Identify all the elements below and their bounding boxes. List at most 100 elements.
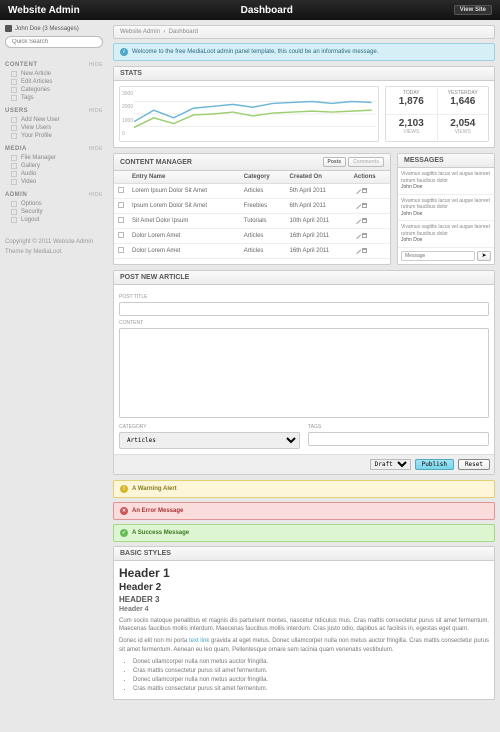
sidebar-item-label: Video: [21, 179, 36, 185]
edit-icon[interactable]: [352, 216, 360, 224]
sidebar-item-icon: [11, 155, 17, 161]
sidebar-item[interactable]: View Users: [5, 124, 103, 132]
h4-example: Header 4: [119, 606, 489, 613]
list-example: Donec ullamcorper nulla non metus auctor…: [119, 658, 489, 694]
paragraph-1: Cum sociis natoque penatibus et magnis d…: [119, 617, 489, 634]
edit-icon[interactable]: [352, 231, 360, 239]
edit-icon[interactable]: [352, 201, 360, 209]
sidebar-item[interactable]: Audio: [5, 170, 103, 178]
sidebar-section-head: MEDIAHIDE: [5, 146, 103, 152]
sidebar-item[interactable]: Edit Articles: [5, 78, 103, 86]
sidebar-item[interactable]: Security: [5, 208, 103, 216]
table-row: Dolor Lorem AmetArticles16th April 2011: [114, 244, 390, 259]
basic-styles-panel: BASIC STYLES Header 1 Header 2 HEADER 3 …: [113, 546, 495, 701]
sidebar-item-label: Gallery: [21, 163, 40, 169]
paragraph-2: Donec id elit non mi porta text link gra…: [119, 637, 489, 654]
sidebar-item-label: Add New User: [21, 117, 60, 123]
row-checkbox[interactable]: [118, 247, 124, 253]
row-checkbox[interactable]: [118, 187, 124, 193]
row-checkbox[interactable]: [118, 217, 124, 223]
sidebar-item-icon: [11, 125, 17, 131]
error-icon: ✕: [120, 507, 128, 515]
post-title-input[interactable]: [119, 302, 489, 316]
sidebar-section-head: CONTENTHIDE: [5, 62, 103, 68]
content-table: Entry Name Category Created On Actions L…: [114, 171, 390, 259]
sidebar-item[interactable]: Gallery: [5, 162, 103, 170]
publish-button[interactable]: Publish: [415, 459, 454, 470]
table-row: Lorem Ipsum Dolor Sit AmetArticles5th Ap…: [114, 184, 390, 199]
sidebar-item-label: File Manager: [21, 155, 56, 161]
sidebar-item-icon: [11, 95, 17, 101]
sidebar-item[interactable]: Video: [5, 178, 103, 186]
reset-button[interactable]: Reset: [458, 459, 490, 470]
row-checkbox[interactable]: [118, 202, 124, 208]
message-item: Vivamus sagittis lacus vel augue laoreet…: [398, 168, 494, 195]
hide-toggle[interactable]: HIDE: [89, 192, 103, 198]
sidebar-item[interactable]: Options: [5, 200, 103, 208]
user-icon: [5, 25, 12, 32]
hide-toggle[interactable]: HIDE: [89, 146, 103, 152]
view-site-button[interactable]: View Site: [454, 5, 492, 15]
hide-toggle[interactable]: HIDE: [89, 108, 103, 114]
sidebar-item-icon: [11, 117, 17, 123]
tags-input[interactable]: [308, 432, 489, 446]
breadcrumb-root[interactable]: Website Admin: [120, 29, 160, 35]
sidebar-item-label: Security: [21, 209, 43, 215]
table-row: Sit Amet Dolor IpsumTutorials10th April …: [114, 214, 390, 229]
stats-chart: 3000 2000 1000 0: [119, 86, 379, 142]
sidebar-item[interactable]: Add New User: [5, 116, 103, 124]
delete-icon[interactable]: [362, 248, 367, 253]
sidebar-item[interactable]: Logout: [5, 216, 103, 224]
sidebar-item-icon: [11, 71, 17, 77]
delete-icon[interactable]: [362, 218, 367, 223]
sidebar-item[interactable]: New Article: [5, 70, 103, 78]
tab-comments[interactable]: Comments: [348, 157, 384, 167]
row-checkbox[interactable]: [118, 232, 124, 238]
sidebar-item-label: Your Profile: [21, 133, 52, 139]
sidebar-item-label: Audio: [21, 171, 36, 177]
table-row: Dolor Lorem AmetArticles16th April 2011: [114, 229, 390, 244]
tab-posts[interactable]: Posts: [323, 157, 347, 167]
message-send-button[interactable]: ➤: [477, 251, 491, 261]
sidebar-item-icon: [11, 201, 17, 207]
sidebar-item[interactable]: Tags: [5, 94, 103, 102]
sidebar-item[interactable]: File Manager: [5, 154, 103, 162]
sidebar-item-icon: [11, 133, 17, 139]
success-icon: ✓: [120, 529, 128, 537]
stat-today-2: 2,103: [389, 118, 434, 129]
sidebar-item-label: Tags: [21, 95, 34, 101]
quick-stats: TODAY1,876 YESTERDAY1,646 2,103VIEWS 2,0…: [385, 86, 489, 142]
message-item: Vivamus sagittis lacus vel augue laoreet…: [398, 195, 494, 222]
edit-icon[interactable]: [352, 186, 360, 194]
content-manager-panel: CONTENT MANAGER Posts Comments Entry Nam…: [113, 153, 391, 265]
post-content-textarea[interactable]: [119, 328, 489, 418]
save-as-select[interactable]: Draft: [370, 459, 411, 470]
sidebar-item-icon: [11, 179, 17, 185]
edit-icon[interactable]: [352, 246, 360, 254]
cm-title: CONTENT MANAGER: [120, 159, 192, 166]
sidebar-footer: Copyright © 2011 Website Admin Theme by …: [5, 238, 103, 257]
post-title-head: POST NEW ARTICLE: [120, 274, 189, 281]
message-item: Vivamus sagittis lacus vel augue laoreet…: [398, 221, 494, 248]
error-alert: ✕An Error Message: [113, 502, 495, 520]
post-article-panel: POST NEW ARTICLE POST TITLE CONTENT CATE…: [113, 270, 495, 475]
hide-toggle[interactable]: HIDE: [89, 62, 103, 68]
sidebar-item[interactable]: Your Profile: [5, 132, 103, 140]
category-select[interactable]: Articles: [119, 432, 300, 449]
message-input[interactable]: [401, 251, 475, 261]
site-title: Website Admin: [8, 5, 80, 16]
sidebar-item-label: Edit Articles: [21, 79, 52, 85]
sidebar-item[interactable]: Categories: [5, 86, 103, 94]
sidebar-item-label: Categories: [21, 87, 50, 93]
sidebar-section-head: USERSHIDE: [5, 108, 103, 114]
user-info[interactable]: John Doe (3 Messages): [5, 25, 103, 32]
success-alert: ✓A Success Message: [113, 524, 495, 542]
search-input[interactable]: [5, 36, 103, 48]
sidebar-item-icon: [11, 217, 17, 223]
delete-icon[interactable]: [362, 233, 367, 238]
delete-icon[interactable]: [362, 188, 367, 193]
warning-alert: !A Warning Alert: [113, 480, 495, 498]
delete-icon[interactable]: [362, 203, 367, 208]
text-link[interactable]: text link: [189, 638, 209, 644]
page-title: Dashboard: [80, 5, 454, 16]
